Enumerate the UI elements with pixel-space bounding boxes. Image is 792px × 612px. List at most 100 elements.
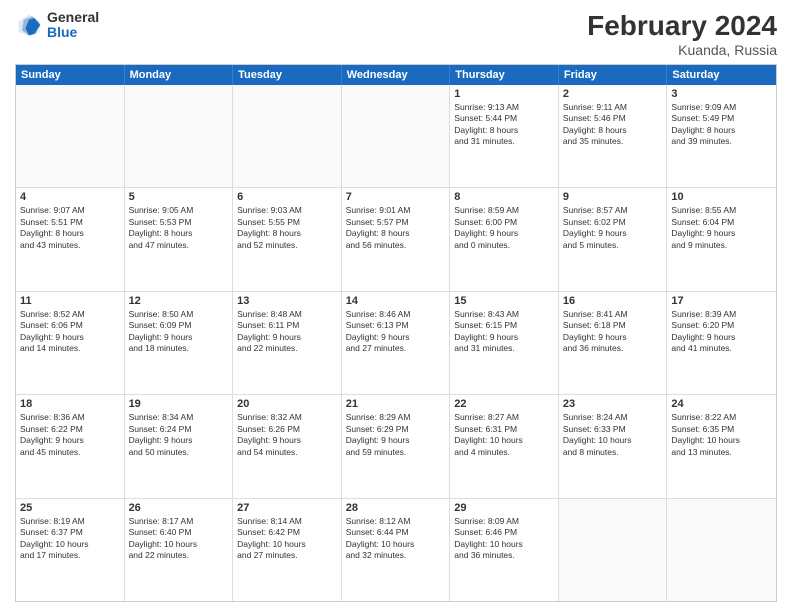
day-number: 17 xyxy=(671,295,772,307)
day-number: 5 xyxy=(129,191,229,203)
cal-cell xyxy=(125,85,234,187)
cell-text: Sunrise: 8:14 AM Sunset: 6:42 PM Dayligh… xyxy=(237,516,337,562)
cal-cell: 19Sunrise: 8:34 AM Sunset: 6:24 PM Dayli… xyxy=(125,395,234,497)
cell-text: Sunrise: 9:01 AM Sunset: 5:57 PM Dayligh… xyxy=(346,205,446,251)
cell-text: Sunrise: 8:59 AM Sunset: 6:00 PM Dayligh… xyxy=(454,205,554,251)
cal-header-tuesday: Tuesday xyxy=(233,65,342,85)
cal-cell: 24 Sunrise: 8:22 AM Sunset: 6:35 PM Dayli… xyxy=(667,395,776,497)
cal-header-saturday: Saturday xyxy=(667,65,776,85)
cal-row-0: 1Sunrise: 9:13 AM Sunset: 5:44 PM Daylig… xyxy=(16,85,776,188)
day-number: 8 xyxy=(454,191,554,203)
cell-text: Sunrise: 9:11 AM Sunset: 5:46 PM Dayligh… xyxy=(563,102,663,148)
logo-blue-text: Blue xyxy=(47,25,99,40)
header: General Blue February 2024 Kuanda, Russi… xyxy=(15,10,777,58)
cal-cell: 10Sunrise: 8:55 AM Sunset: 6:04 PM Dayli… xyxy=(667,188,776,290)
cal-cell: 28 Sunrise: 8:12 AM Sunset: 6:44 PM Dayli… xyxy=(342,499,451,601)
cell-text: Sunrise: 8:22 AM Sunset: 6:35 PM Dayligh… xyxy=(671,412,772,458)
cal-cell: 5Sunrise: 9:05 AM Sunset: 5:53 PM Daylig… xyxy=(125,188,234,290)
cell-text: Sunrise: 9:09 AM Sunset: 5:49 PM Dayligh… xyxy=(671,102,772,148)
logo-icon xyxy=(15,11,43,39)
page: General Blue February 2024 Kuanda, Russi… xyxy=(0,0,792,612)
day-number: 11 xyxy=(20,295,120,307)
cal-cell: 21 Sunrise: 8:29 AM Sunset: 6:29 PM Dayli… xyxy=(342,395,451,497)
cell-text: Sunrise: 8:46 AM Sunset: 6:13 PM Dayligh… xyxy=(346,309,446,355)
day-number: 3 xyxy=(671,88,772,100)
cell-text: Sunrise: 9:07 AM Sunset: 5:51 PM Dayligh… xyxy=(20,205,120,251)
calendar: SundayMondayTuesdayWednesdayThursdayFrid… xyxy=(15,64,777,602)
cell-text: Sunrise: 8:24 AM Sunset: 6:33 PM Dayligh… xyxy=(563,412,663,458)
cell-text: Sunrise: 8:43 AM Sunset: 6:15 PM Dayligh… xyxy=(454,309,554,355)
day-number: 26 xyxy=(129,502,229,514)
cell-text: Sunrise: 8:32 AM Sunset: 6:26 PM Dayligh… xyxy=(237,412,337,458)
cal-cell: 8 Sunrise: 8:59 AM Sunset: 6:00 PM Daylig… xyxy=(450,188,559,290)
cell-text: Sunrise: 8:52 AM Sunset: 6:06 PM Dayligh… xyxy=(20,309,120,355)
calendar-body: 1Sunrise: 9:13 AM Sunset: 5:44 PM Daylig… xyxy=(16,85,776,601)
cal-cell: 4 Sunrise: 9:07 AM Sunset: 5:51 PM Daylig… xyxy=(16,188,125,290)
cal-cell: 2 Sunrise: 9:11 AM Sunset: 5:46 PM Daylig… xyxy=(559,85,668,187)
day-number: 15 xyxy=(454,295,554,307)
cell-text: Sunrise: 8:41 AM Sunset: 6:18 PM Dayligh… xyxy=(563,309,663,355)
cal-header-thursday: Thursday xyxy=(450,65,559,85)
cell-text: Sunrise: 8:09 AM Sunset: 6:46 PM Dayligh… xyxy=(454,516,554,562)
cal-cell: 22Sunrise: 8:27 AM Sunset: 6:31 PM Dayli… xyxy=(450,395,559,497)
cal-cell: 17 Sunrise: 8:39 AM Sunset: 6:20 PM Dayli… xyxy=(667,292,776,394)
day-number: 16 xyxy=(563,295,663,307)
day-number: 24 xyxy=(671,398,772,410)
cal-cell: 29 Sunrise: 8:09 AM Sunset: 6:46 PM Dayli… xyxy=(450,499,559,601)
cell-text: Sunrise: 9:03 AM Sunset: 5:55 PM Dayligh… xyxy=(237,205,337,251)
day-number: 25 xyxy=(20,502,120,514)
cell-text: Sunrise: 8:48 AM Sunset: 6:11 PM Dayligh… xyxy=(237,309,337,355)
cal-cell: 16 Sunrise: 8:41 AM Sunset: 6:18 PM Dayli… xyxy=(559,292,668,394)
logo-text: General Blue xyxy=(47,10,99,41)
cal-header-wednesday: Wednesday xyxy=(342,65,451,85)
day-number: 21 xyxy=(346,398,446,410)
calendar-header: SundayMondayTuesdayWednesdayThursdayFrid… xyxy=(16,65,776,85)
cal-cell xyxy=(559,499,668,601)
cal-cell: 7Sunrise: 9:01 AM Sunset: 5:57 PM Daylig… xyxy=(342,188,451,290)
cell-text: Sunrise: 8:12 AM Sunset: 6:44 PM Dayligh… xyxy=(346,516,446,562)
cell-text: Sunrise: 8:36 AM Sunset: 6:22 PM Dayligh… xyxy=(20,412,120,458)
cal-cell: 27 Sunrise: 8:14 AM Sunset: 6:42 PM Dayli… xyxy=(233,499,342,601)
day-number: 4 xyxy=(20,191,120,203)
cell-text: Sunrise: 8:29 AM Sunset: 6:29 PM Dayligh… xyxy=(346,412,446,458)
day-number: 13 xyxy=(237,295,337,307)
cal-row-4: 25Sunrise: 8:19 AM Sunset: 6:37 PM Dayli… xyxy=(16,499,776,601)
cal-cell: 14Sunrise: 8:46 AM Sunset: 6:13 PM Dayli… xyxy=(342,292,451,394)
cal-row-2: 11 Sunrise: 8:52 AM Sunset: 6:06 PM Dayli… xyxy=(16,292,776,395)
day-number: 9 xyxy=(563,191,663,203)
day-number: 28 xyxy=(346,502,446,514)
cal-header-sunday: Sunday xyxy=(16,65,125,85)
cal-cell: 6Sunrise: 9:03 AM Sunset: 5:55 PM Daylig… xyxy=(233,188,342,290)
cell-text: Sunrise: 8:39 AM Sunset: 6:20 PM Dayligh… xyxy=(671,309,772,355)
cell-text: Sunrise: 8:57 AM Sunset: 6:02 PM Dayligh… xyxy=(563,205,663,251)
cal-cell: 9 Sunrise: 8:57 AM Sunset: 6:02 PM Daylig… xyxy=(559,188,668,290)
cal-cell: 13 Sunrise: 8:48 AM Sunset: 6:11 PM Dayli… xyxy=(233,292,342,394)
cal-header-monday: Monday xyxy=(125,65,234,85)
day-number: 1 xyxy=(454,88,554,100)
day-number: 23 xyxy=(563,398,663,410)
cal-cell: 20 Sunrise: 8:32 AM Sunset: 6:26 PM Dayli… xyxy=(233,395,342,497)
day-number: 18 xyxy=(20,398,120,410)
day-number: 2 xyxy=(563,88,663,100)
cal-cell xyxy=(16,85,125,187)
day-number: 29 xyxy=(454,502,554,514)
cal-cell: 3 Sunrise: 9:09 AM Sunset: 5:49 PM Daylig… xyxy=(667,85,776,187)
day-number: 22 xyxy=(454,398,554,410)
title-block: February 2024 Kuanda, Russia xyxy=(587,10,777,58)
subtitle: Kuanda, Russia xyxy=(587,42,777,58)
logo: General Blue xyxy=(15,10,99,41)
day-number: 27 xyxy=(237,502,337,514)
day-number: 20 xyxy=(237,398,337,410)
cal-cell: 25Sunrise: 8:19 AM Sunset: 6:37 PM Dayli… xyxy=(16,499,125,601)
main-title: February 2024 xyxy=(587,10,777,42)
cal-cell: 15 Sunrise: 8:43 AM Sunset: 6:15 PM Dayli… xyxy=(450,292,559,394)
cal-cell xyxy=(233,85,342,187)
cell-text: Sunrise: 8:55 AM Sunset: 6:04 PM Dayligh… xyxy=(671,205,772,251)
cell-text: Sunrise: 8:50 AM Sunset: 6:09 PM Dayligh… xyxy=(129,309,229,355)
cal-cell: 23 Sunrise: 8:24 AM Sunset: 6:33 PM Dayli… xyxy=(559,395,668,497)
cal-cell: 1Sunrise: 9:13 AM Sunset: 5:44 PM Daylig… xyxy=(450,85,559,187)
day-number: 19 xyxy=(129,398,229,410)
day-number: 12 xyxy=(129,295,229,307)
cal-cell: 11 Sunrise: 8:52 AM Sunset: 6:06 PM Dayli… xyxy=(16,292,125,394)
cal-cell: 18 Sunrise: 8:36 AM Sunset: 6:22 PM Dayli… xyxy=(16,395,125,497)
